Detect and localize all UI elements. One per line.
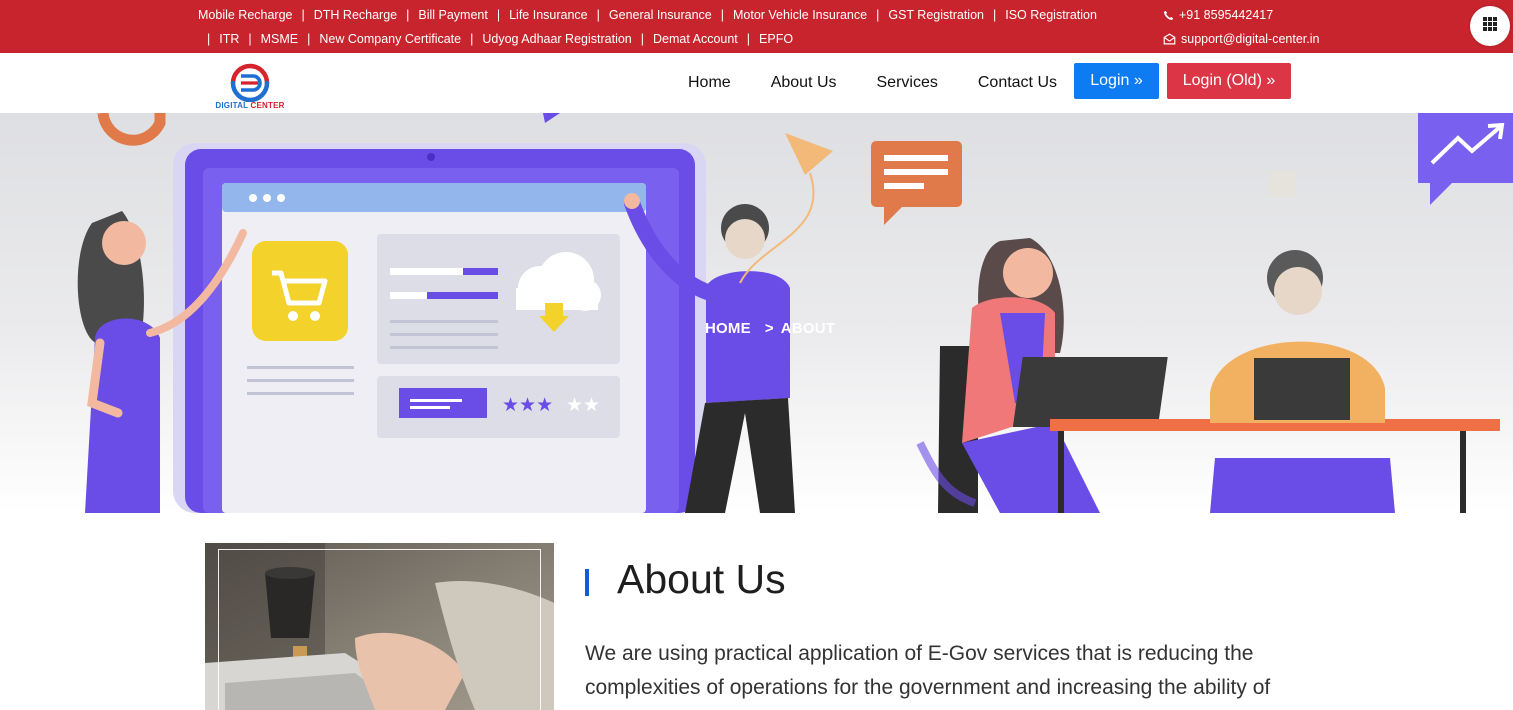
- link-separator: |: [207, 32, 211, 46]
- breadcrumb-separator: >: [764, 320, 774, 337]
- link-udyog-adhaar-registration[interactable]: Udyog Adhaar Registration: [482, 32, 631, 46]
- link-separator: |: [248, 32, 252, 46]
- link-separator: |: [470, 32, 474, 46]
- nav-services[interactable]: Services: [857, 74, 958, 92]
- link-itr[interactable]: ITR: [219, 32, 239, 46]
- email-row[interactable]: support@digital-center.in: [1163, 27, 1319, 51]
- about-paragraph: We are using practical application of E-…: [585, 642, 1271, 699]
- link-separator: |: [496, 8, 501, 22]
- breadcrumb-current: ABOUT: [780, 320, 836, 337]
- main-navbar: DIGITAL CENTER Home About Us Services Co…: [0, 53, 1513, 113]
- login-old-button[interactable]: Login (Old) »: [1167, 63, 1291, 99]
- about-heading: About Us: [585, 555, 786, 603]
- link-mobile-recharge[interactable]: Mobile Recharge: [198, 8, 293, 22]
- logo-word-center: CENTER: [250, 101, 285, 110]
- service-links-row-1: Mobile Recharge | DTH Recharge | Bill Paym…: [198, 3, 1118, 27]
- service-links-row-2: | ITR | MSME | New Company Certificate | Ud…: [198, 27, 1118, 51]
- logo-mark: [230, 63, 270, 103]
- heading-accent-bar: [585, 568, 589, 596]
- hero-illustration: ★★★ ★★: [77, 113, 1513, 513]
- photo-frame: [218, 549, 541, 710]
- link-motor-vehicle-insurance[interactable]: Motor Vehicle Insurance: [733, 8, 867, 22]
- nav-menu: Home About Us Services Contact Us: [668, 53, 1077, 113]
- envelope-icon: [1163, 33, 1176, 45]
- breadcrumb-home[interactable]: HOME: [705, 320, 751, 337]
- link-msme[interactable]: MSME: [261, 32, 299, 46]
- logo-word-digital: DIGITAL: [215, 101, 249, 110]
- link-separator: |: [993, 8, 997, 22]
- link-separator: |: [301, 8, 305, 22]
- top-bar: Mobile Recharge | DTH Recharge | Bill Paym…: [0, 0, 1513, 53]
- link-separator: |: [876, 8, 880, 22]
- link-epfo[interactable]: EPFO: [759, 32, 793, 46]
- link-new-company-certificate[interactable]: New Company Certificate: [319, 32, 461, 46]
- link-separator: |: [307, 32, 311, 46]
- link-separator: |: [720, 8, 724, 22]
- link-separator: |: [406, 8, 410, 22]
- link-life-insurance[interactable]: Life Insurance: [509, 8, 588, 22]
- phone-icon: [1163, 10, 1174, 21]
- login-button[interactable]: Login »: [1074, 63, 1159, 99]
- site-logo[interactable]: DIGITAL CENTER: [212, 56, 288, 112]
- contact-info: +91 8595442417 support@digital-center.in: [1163, 3, 1319, 51]
- link-separator: |: [640, 32, 645, 46]
- about-title: About Us: [617, 555, 786, 602]
- link-demat-account[interactable]: Demat Account: [653, 32, 738, 46]
- link-gst-registration[interactable]: GST Registration: [888, 8, 984, 22]
- nav-contact-us[interactable]: Contact Us: [958, 74, 1077, 92]
- email-address: support@digital-center.in: [1181, 32, 1320, 46]
- link-bill-payment[interactable]: Bill Payment: [418, 8, 487, 22]
- logo-wordmark: DIGITAL CENTER: [212, 101, 288, 110]
- grid-icon: [1482, 16, 1498, 37]
- nav-home[interactable]: Home: [668, 74, 751, 92]
- breadcrumb: HOME > ABOUT: [705, 320, 835, 337]
- service-links: Mobile Recharge | DTH Recharge | Bill Paym…: [198, 3, 1118, 51]
- hero-banner: ★★★ ★★ HOME > ABOUT: [0, 113, 1513, 513]
- link-separator: |: [746, 32, 751, 46]
- phone-row[interactable]: +91 8595442417: [1163, 3, 1319, 27]
- link-dth-recharge[interactable]: DTH Recharge: [314, 8, 397, 22]
- apps-menu-button[interactable]: [1470, 6, 1510, 46]
- nav-about-us[interactable]: About Us: [751, 74, 857, 92]
- svg-text:★★★: ★★★: [502, 394, 553, 416]
- link-iso-registration[interactable]: ISO Registration: [1005, 8, 1097, 22]
- link-separator: |: [596, 8, 600, 22]
- phone-number: +91 8595442417: [1179, 8, 1274, 22]
- link-general-insurance[interactable]: General Insurance: [609, 8, 712, 22]
- svg-text:★★: ★★: [566, 394, 600, 416]
